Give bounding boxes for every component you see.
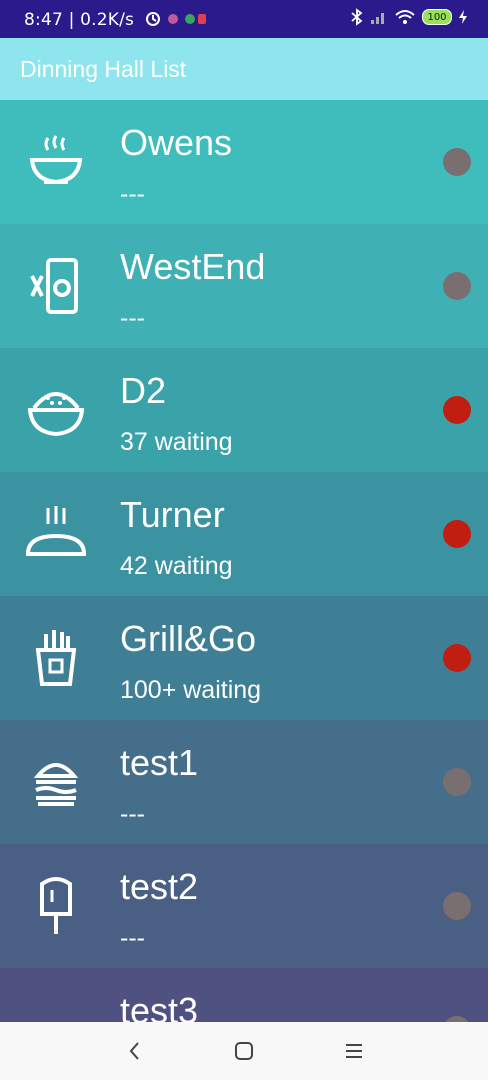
drink-cup-icon xyxy=(30,258,78,314)
list-item[interactable]: WestEnd --- xyxy=(0,224,488,348)
status-time: 8:47 | 0.2K/s xyxy=(24,10,135,30)
hall-name: Turner xyxy=(120,494,225,535)
wifi-icon xyxy=(395,10,415,24)
status-dot xyxy=(443,520,471,548)
rice-bowl-icon xyxy=(27,392,85,437)
home-icon[interactable] xyxy=(229,1036,259,1066)
status-dot xyxy=(443,148,471,176)
list-item[interactable]: test2 --- xyxy=(0,844,488,968)
burger-icon xyxy=(33,763,79,806)
hall-name: D2 xyxy=(120,370,167,411)
hall-name: Owens xyxy=(120,122,233,163)
status-dot xyxy=(443,272,471,300)
bowl-icon xyxy=(29,135,83,185)
list-item[interactable]: test1 --- xyxy=(0,720,488,844)
recents-icon[interactable] xyxy=(339,1036,369,1066)
popsicle-icon xyxy=(40,877,72,934)
bluetooth-icon xyxy=(351,8,363,26)
list-item[interactable]: Grill&Go 100+ waiting xyxy=(0,596,488,720)
wait-status: 37 waiting xyxy=(120,428,233,456)
list-item[interactable]: test3 xyxy=(0,968,488,1022)
list-item[interactable]: D2 37 waiting xyxy=(0,348,488,472)
battery-icon: 100 xyxy=(422,9,452,25)
hall-name: test2 xyxy=(120,866,199,907)
wait-status: --- xyxy=(120,304,145,332)
bread-icon xyxy=(25,506,87,556)
signal-icon xyxy=(371,13,384,24)
app-bar: Dinning Hall List xyxy=(0,38,488,100)
hall-name: Grill&Go xyxy=(120,618,257,659)
charging-icon xyxy=(459,10,467,24)
back-icon[interactable] xyxy=(120,1036,150,1066)
status-right-icons: 100 xyxy=(350,8,468,26)
fries-icon xyxy=(35,630,77,686)
page-title: Dinning Hall List xyxy=(20,56,187,82)
hall-name: WestEnd xyxy=(120,246,266,287)
status-bar: 8:47 | 0.2K/s 100 xyxy=(0,0,488,38)
dining-hall-list: Owens --- WestEnd --- D2 37 waiting Turner 42 w… xyxy=(0,100,488,1022)
hall-name: test3 xyxy=(120,990,199,1022)
status-dot xyxy=(443,396,471,424)
status-notification-icons xyxy=(146,10,206,33)
status-dot xyxy=(443,892,471,920)
list-item[interactable]: Turner 42 waiting xyxy=(0,472,488,596)
status-dot xyxy=(443,768,471,796)
hall-name: test1 xyxy=(120,742,199,783)
steam-icon xyxy=(24,998,88,1022)
status-dot xyxy=(443,644,471,672)
wait-status: --- xyxy=(120,180,145,208)
wait-status: --- xyxy=(120,924,145,952)
list-item[interactable]: Owens --- xyxy=(0,100,488,224)
wait-status: --- xyxy=(120,800,145,828)
wait-status: 42 waiting xyxy=(120,552,233,580)
notification-icons xyxy=(146,12,206,26)
navigation-bar xyxy=(0,1022,488,1080)
wait-status: 100+ waiting xyxy=(120,676,262,704)
